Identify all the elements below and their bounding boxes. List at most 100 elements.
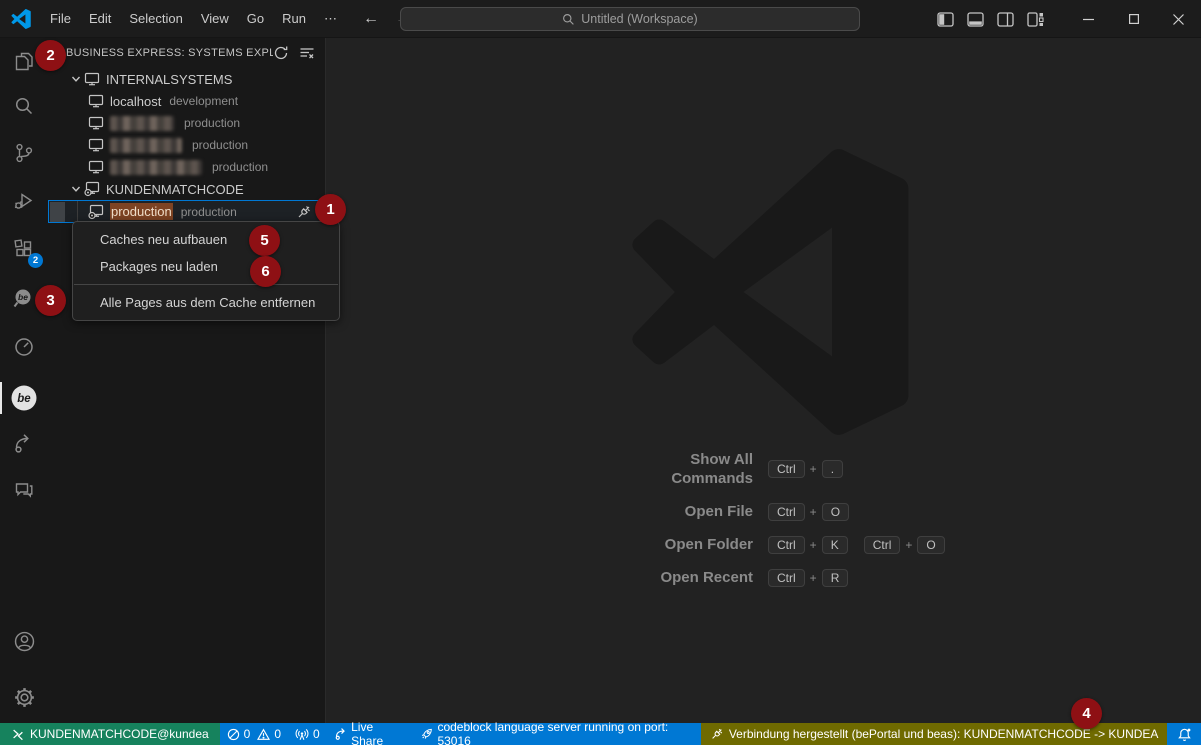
- plus-sign: +: [810, 462, 817, 476]
- redacted-label: [110, 116, 174, 131]
- tree-item-description: production: [181, 205, 237, 219]
- editor-area: Show All Commands Ctrl + . Open File Ctr…: [326, 38, 1201, 723]
- chevron-down-icon[interactable]: [68, 184, 84, 194]
- live-share-label: Live Share: [351, 720, 406, 745]
- menu-item-packages-neu-laden[interactable]: Packages neu laden: [73, 253, 339, 280]
- connection-label: Verbindung hergestellt (bePortal und bea…: [729, 727, 1159, 741]
- status-bar: KUNDENMATCHCODE@kundea 0 0 0 Live Share: [0, 723, 1201, 745]
- broadcast-indicator[interactable]: 0: [288, 723, 327, 745]
- key-o: O: [822, 503, 849, 521]
- key-ctrl: Ctrl: [768, 503, 805, 521]
- extensions-badge: 2: [28, 253, 43, 268]
- server-connected-icon: [84, 181, 100, 197]
- tree-item-kundenmatchcode[interactable]: KUNDENMATCHCODE: [48, 178, 325, 200]
- sidebar-title: BUSINESS EXPRESS: SYSTEMS EXPLOR...: [66, 47, 273, 59]
- search-view-icon[interactable]: [0, 84, 48, 130]
- notifications-bell-button[interactable]: [1167, 723, 1201, 745]
- nav-back-icon[interactable]: ←: [360, 10, 382, 28]
- vscode-watermark-logo: [626, 148, 912, 436]
- tree-item-label-highlighted: production: [110, 203, 173, 220]
- bell-icon: [1177, 727, 1192, 742]
- toggle-sidebar-icon[interactable]: [937, 12, 954, 27]
- tree-item-redacted-server[interactable]: production: [48, 112, 325, 134]
- annotation-badge-4: 4: [1071, 698, 1102, 729]
- annotation-badge-5: 5: [249, 225, 280, 256]
- shortcut-label: Open File: [530, 502, 753, 521]
- tree-item-description: development: [169, 94, 238, 108]
- clear-filter-icon[interactable]: [299, 45, 315, 61]
- activity-bar: 2 be be: [0, 38, 48, 723]
- business-express-icon[interactable]: be: [0, 375, 48, 421]
- plus-sign: +: [810, 538, 817, 552]
- connect-plug-icon[interactable]: [296, 204, 312, 220]
- server-icon: [88, 159, 104, 175]
- context-menu: Caches neu aufbauen Packages neu laden A…: [72, 221, 340, 321]
- toggle-panel-icon[interactable]: [967, 12, 984, 27]
- tree-item-label: localhost: [110, 94, 161, 109]
- account-icon[interactable]: [0, 618, 48, 664]
- extensions-icon[interactable]: 2: [0, 226, 48, 272]
- errors-count: 0: [244, 727, 251, 741]
- shortcut-keys: Ctrl + K Ctrl + O: [765, 536, 1090, 554]
- menu-file[interactable]: File: [41, 7, 80, 30]
- tree-item-redacted-server[interactable]: production: [48, 156, 325, 178]
- annotation-badge-2: 2: [35, 40, 66, 71]
- shortcut-label: Show All Commands: [530, 450, 753, 488]
- comments-icon[interactable]: [0, 466, 48, 512]
- connection-status[interactable]: Verbindung hergestellt (bePortal und bea…: [701, 723, 1168, 745]
- run-debug-icon[interactable]: [0, 178, 48, 224]
- remote-label: KUNDENMATCHCODE@kundea: [30, 727, 209, 741]
- language-server-status[interactable]: codeblock language server running on por…: [413, 723, 701, 745]
- maximize-button[interactable]: [1111, 0, 1156, 38]
- close-window-button[interactable]: [1156, 0, 1201, 38]
- remote-icon: [11, 727, 25, 741]
- menu-go[interactable]: Go: [238, 7, 273, 30]
- tree-item-production-selected[interactable]: production production: [48, 200, 325, 223]
- indent-guide: [77, 201, 78, 222]
- key-ctrl: Ctrl: [768, 460, 805, 478]
- menu-item-caches-neu-aufbauen[interactable]: Caches neu aufbauen: [73, 226, 339, 253]
- minimize-button[interactable]: [1066, 0, 1111, 38]
- row-drag-ghost: [50, 202, 65, 222]
- redacted-label: [110, 138, 182, 153]
- live-share-view-icon[interactable]: [0, 421, 48, 467]
- menu-item-alle-pages-cache-entfernen[interactable]: Alle Pages aus dem Cache entfernen: [73, 289, 339, 316]
- toggle-secondary-sidebar-icon[interactable]: [997, 12, 1014, 27]
- tree-item-redacted-server[interactable]: production: [48, 134, 325, 156]
- tree-item-description: production: [212, 160, 268, 174]
- key-k: K: [822, 536, 848, 554]
- chevron-down-icon[interactable]: [68, 74, 84, 84]
- live-share-button[interactable]: Live Share: [327, 723, 413, 745]
- shortcut-keys: Ctrl + O: [765, 503, 1090, 521]
- menu-more[interactable]: ⋯: [315, 7, 346, 31]
- tree-item-internalsystems[interactable]: INTERNALSYSTEMS: [48, 68, 325, 90]
- command-center-label: Untitled (Workspace): [581, 12, 697, 26]
- menu-selection[interactable]: Selection: [120, 7, 191, 30]
- annotation-badge-3: 3: [35, 285, 66, 316]
- key-dot: .: [822, 460, 843, 478]
- redacted-label: [110, 160, 202, 175]
- source-control-icon[interactable]: [0, 130, 48, 176]
- server-icon: [88, 115, 104, 131]
- timer-icon[interactable]: [0, 324, 48, 370]
- plug-icon: [710, 727, 724, 741]
- key-ctrl: Ctrl: [768, 569, 805, 587]
- tree-item-localhost[interactable]: localhost development: [48, 90, 325, 112]
- title-bar: File Edit Selection View Go Run ⋯ ← → Un…: [0, 0, 1201, 38]
- remote-indicator[interactable]: KUNDENMATCHCODE@kundea: [0, 723, 220, 745]
- key-o: O: [917, 536, 944, 554]
- customize-layout-icon[interactable]: [1027, 12, 1044, 27]
- tree-item-description: production: [192, 138, 248, 152]
- vscode-logo-icon: [11, 9, 31, 29]
- errors-icon: [227, 728, 240, 741]
- settings-gear-icon[interactable]: [0, 674, 48, 720]
- menu-run[interactable]: Run: [273, 7, 315, 30]
- tree-item-label: KUNDENMATCHCODE: [106, 182, 244, 197]
- command-center-search[interactable]: Untitled (Workspace): [400, 7, 860, 31]
- menu-view[interactable]: View: [192, 7, 238, 30]
- key-r: R: [822, 569, 849, 587]
- refresh-icon[interactable]: [273, 45, 289, 61]
- live-share-icon: [334, 727, 347, 741]
- problems-indicator[interactable]: 0 0: [220, 723, 288, 745]
- menu-edit[interactable]: Edit: [80, 7, 120, 30]
